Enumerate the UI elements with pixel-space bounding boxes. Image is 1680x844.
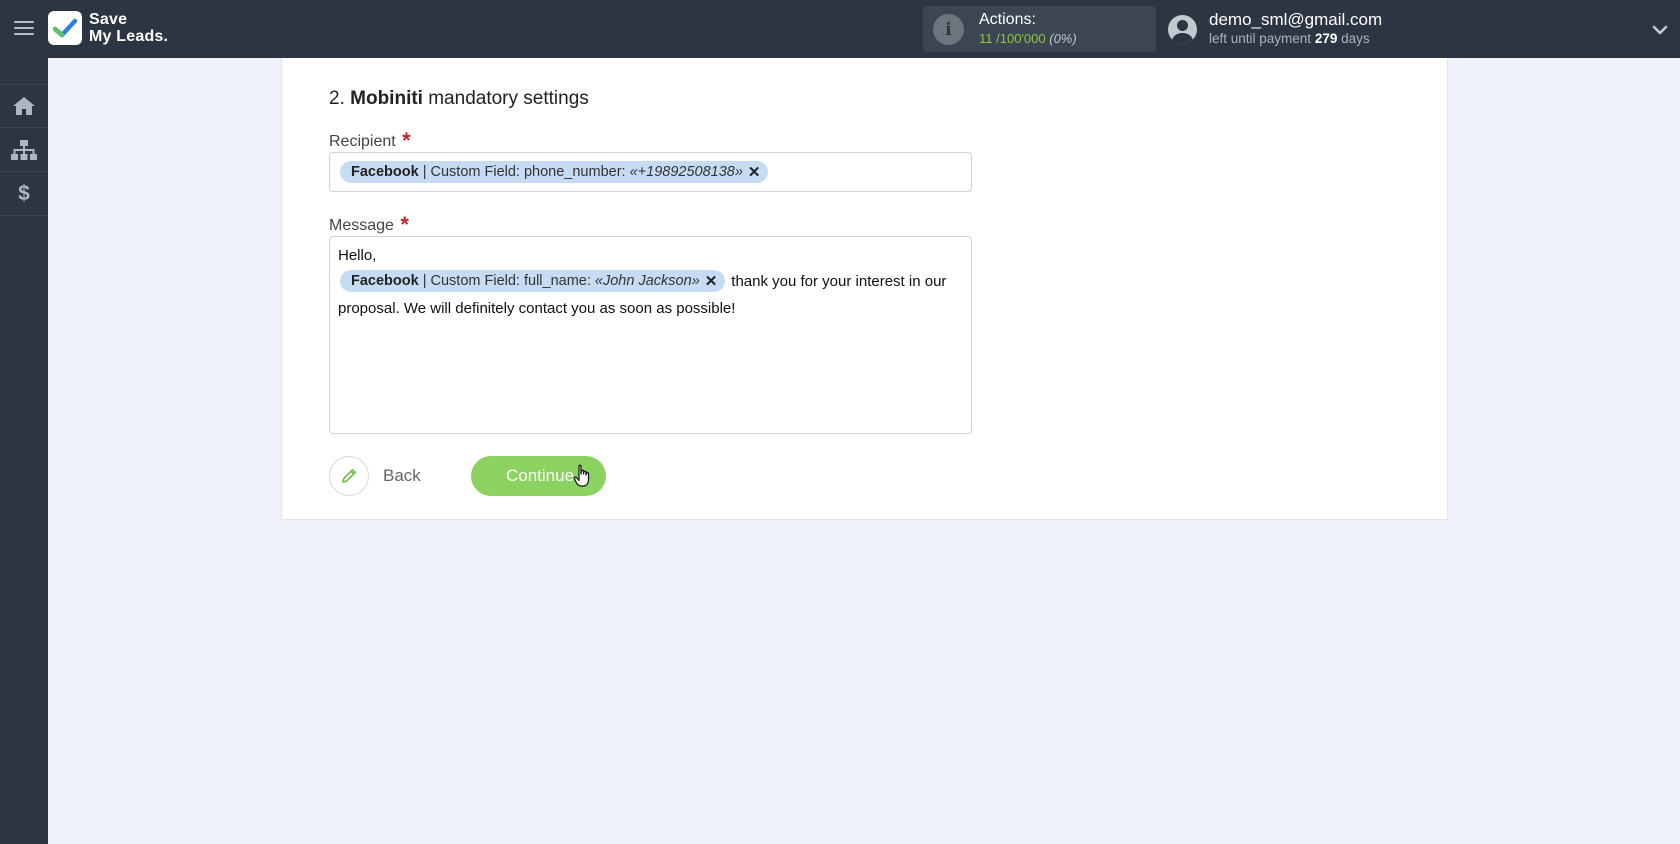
- logo-text: Save My Leads.: [89, 11, 168, 45]
- message-line-2: Facebook | Custom Field: full_name: «Joh…: [340, 270, 946, 292]
- logo[interactable]: Save My Leads.: [48, 11, 168, 45]
- recipient-variable-tag: Facebook | Custom Field: phone_number: «…: [340, 161, 769, 183]
- actions-count: 11 /100'000 (0%): [979, 31, 1077, 46]
- sidebar: $: [0, 58, 48, 844]
- chevron-down-icon[interactable]: [1650, 20, 1670, 40]
- tag-field: | Custom Field: phone_number:: [418, 164, 630, 180]
- tag-source: Facebook: [351, 273, 419, 289]
- payment-days-text: left until payment 279 days: [1209, 31, 1370, 46]
- menu-icon[interactable]: [14, 18, 34, 38]
- logo-checkmark-icon: [48, 11, 82, 45]
- pencil-icon: [329, 456, 369, 496]
- info-icon: i: [933, 14, 964, 45]
- remove-tag-icon[interactable]: ✕: [705, 272, 718, 290]
- actions-total: /100'000: [996, 31, 1046, 46]
- recipient-label: Recipient *: [329, 126, 411, 153]
- sidebar-item-home[interactable]: [0, 84, 48, 128]
- section-service-name: Mobiniti: [350, 88, 423, 109]
- remove-tag-icon[interactable]: ✕: [748, 163, 761, 181]
- tag-source: Facebook: [351, 164, 419, 180]
- recipient-label-text: Recipient: [329, 133, 396, 150]
- tag-value: «John Jackson»: [594, 273, 700, 289]
- required-marker: *: [400, 212, 409, 237]
- sitemap-icon: [11, 139, 37, 160]
- message-text-after-tag: thank you for your interest in our: [731, 272, 947, 290]
- message-line-1: Hello,: [338, 247, 377, 264]
- actions-percent: (0%): [1049, 31, 1077, 46]
- top-bar: Save My Leads. i Actions: 11 /100'000 (0…: [0, 0, 1680, 58]
- required-marker: *: [402, 128, 411, 153]
- back-label: Back: [383, 466, 421, 485]
- section-title: 2. Mobiniti mandatory settings: [329, 88, 589, 110]
- back-button[interactable]: Back: [329, 456, 421, 496]
- sidebar-item-connections[interactable]: [0, 128, 48, 172]
- message-variable-tag: Facebook | Custom Field: full_name: «Joh…: [340, 270, 726, 292]
- message-label-text: Message: [329, 217, 394, 234]
- payment-days: 279: [1314, 31, 1338, 46]
- user-avatar-icon[interactable]: [1168, 15, 1197, 44]
- sidebar-item-billing[interactable]: $: [0, 172, 48, 216]
- recipient-field[interactable]: Facebook | Custom Field: phone_number: «…: [329, 152, 972, 192]
- home-icon: [13, 97, 35, 115]
- message-label: Message *: [329, 210, 409, 237]
- user-email[interactable]: demo_sml@gmail.com: [1209, 10, 1382, 30]
- payment-suffix: days: [1341, 31, 1370, 46]
- dollar-icon: $: [18, 181, 30, 205]
- actions-widget[interactable]: i Actions: 11 /100'000 (0%): [923, 6, 1156, 52]
- message-line-3: proposal. We will definitely contact you…: [338, 300, 736, 317]
- settings-panel: 2. Mobiniti mandatory settings Recipient…: [281, 58, 1448, 520]
- actions-label: Actions:: [979, 11, 1036, 28]
- tag-field: | Custom Field: full_name:: [418, 273, 595, 289]
- section-number: 2.: [329, 88, 345, 109]
- logo-line-1: Save: [89, 11, 128, 28]
- hand-cursor-icon: [573, 464, 590, 487]
- message-textarea[interactable]: Hello, Facebook | Custom Field: full_nam…: [329, 236, 972, 434]
- tag-value: «+19892508138»: [629, 164, 743, 180]
- logo-line-2: My Leads.: [89, 28, 169, 45]
- section-suffix: mandatory settings: [428, 88, 589, 109]
- actions-used: 11: [979, 31, 993, 46]
- payment-prefix: left until payment: [1209, 31, 1312, 46]
